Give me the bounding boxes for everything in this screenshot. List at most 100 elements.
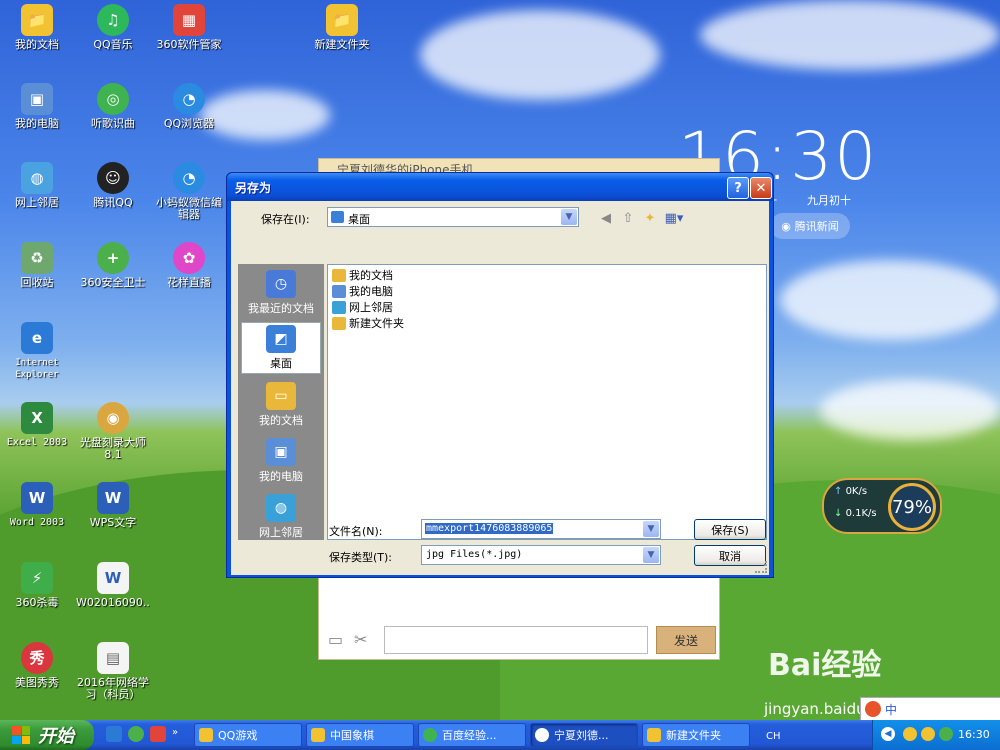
windows-logo-icon xyxy=(12,726,30,744)
dialog-titlebar[interactable]: 另存为 ? ✕ xyxy=(227,173,773,201)
resize-grip[interactable] xyxy=(755,561,767,573)
browser-icon xyxy=(423,728,437,742)
document-icon: W xyxy=(97,562,129,594)
network-icon: ◍ xyxy=(21,162,53,194)
start-button[interactable]: 开始 xyxy=(0,720,94,750)
folder-icon: ▭ xyxy=(266,382,296,410)
tencent-news-button[interactable]: ◉ 腾讯新闻 xyxy=(770,213,850,239)
taskbar-clock[interactable]: 16:30 xyxy=(958,728,990,741)
desktop-icon-360-safe[interactable]: + 360安全卫士 xyxy=(76,242,150,289)
expand-quicklaunch-icon[interactable]: » xyxy=(172,727,178,738)
widget-lunar-date: 九月初十 xyxy=(807,194,851,207)
language-indicator[interactable]: CH xyxy=(766,731,781,742)
desktop-icon-song-recognition[interactable]: ◎ 听歌识曲 xyxy=(76,83,150,130)
globe-icon: ◉ xyxy=(781,219,791,233)
plus-shield-icon: + xyxy=(97,242,129,274)
desktop-icon-excel[interactable]: X Excel 2003 xyxy=(0,402,74,449)
place-recent[interactable]: ◷ 我最近的文档 xyxy=(241,268,321,320)
ie-quicklaunch-icon[interactable] xyxy=(106,726,122,742)
disc-icon: ◉ xyxy=(97,402,129,434)
desktop-icon-study-file[interactable]: ▤ 2016年网络学习（科员） xyxy=(76,642,150,701)
desktop-icon-wechat-editor[interactable]: ◔ 小蚂蚁微信编辑器 xyxy=(152,162,226,221)
ime-toolbar[interactable]: 中 xyxy=(860,697,1000,720)
penguin-icon xyxy=(311,728,325,742)
filetype-dropdown[interactable]: jpg Files(*.jpg) ▼ xyxy=(421,545,661,565)
place-my-documents[interactable]: ▭ 我的文档 xyxy=(241,380,321,432)
places-bar: ◷ 我最近的文档 ◩ 桌面 ▭ 我的文档 ▣ 我的电脑 ◍ 网上邻居 xyxy=(238,264,324,540)
desktop-icon-word[interactable]: W Word 2003 xyxy=(0,482,74,529)
chevron-down-icon[interactable]: ▼ xyxy=(643,521,659,537)
task-qq-game[interactable]: QQ游戏 xyxy=(194,723,302,747)
back-icon[interactable]: ◀ xyxy=(597,209,615,227)
send-button[interactable]: 发送 xyxy=(656,626,716,654)
folder-icon xyxy=(332,316,346,330)
qq-tray-icon-2[interactable] xyxy=(921,727,935,741)
up-folder-icon[interactable]: ⇧ xyxy=(619,209,637,227)
desktop-icon-network[interactable]: ◍ 网上邻居 xyxy=(0,162,74,209)
chevron-down-icon: ▼ xyxy=(561,209,577,225)
360-tray-icon[interactable] xyxy=(939,727,953,741)
baidu-watermark: Bai经验 xyxy=(768,648,882,683)
task-new-folder[interactable]: 新建文件夹 xyxy=(642,723,750,747)
view-menu-icon[interactable]: ▦▾ xyxy=(665,209,684,227)
desktop-icon-recycle-bin[interactable]: ♻ 回收站 xyxy=(0,242,74,289)
file-list[interactable]: 我的文档 我的电脑 网上邻居 新建文件夹 xyxy=(327,264,767,540)
desktop-icon-360-software[interactable]: ▦ 360软件管家 xyxy=(152,4,226,51)
help-button[interactable]: ? xyxy=(727,177,749,199)
desktop-icon-360-antivirus[interactable]: ⚡ 360杀毒 xyxy=(0,562,74,609)
list-item[interactable]: 我的电脑 xyxy=(332,283,393,299)
new-folder-icon[interactable]: ✦ xyxy=(641,209,659,227)
editor-icon: ◔ xyxy=(173,162,205,194)
desktop-icon-meitu[interactable]: 秀 美图秀秀 xyxy=(0,642,74,689)
folder-icon: 📁 xyxy=(326,4,358,36)
save-button[interactable]: 保存(S) xyxy=(694,519,766,540)
tray-expand-icon[interactable]: ◀ xyxy=(881,727,895,741)
desktop-icon-live[interactable]: ✿ 花样直播 xyxy=(152,242,226,289)
computer-icon xyxy=(332,284,346,298)
music-icon: ♫ xyxy=(97,4,129,36)
desktop-icon-new-folder[interactable]: 📁 新建文件夹 xyxy=(305,4,379,51)
task-qq-chat[interactable]: 宁夏刘德... xyxy=(530,723,638,747)
browser-icon: ◔ xyxy=(173,83,205,115)
chat-input[interactable] xyxy=(384,626,648,654)
internet-explorer-icon: e xyxy=(21,322,53,354)
dialog-title: 另存为 xyxy=(235,181,272,195)
desktop-icon-disc-burner[interactable]: ◉ 光盘刻录大师 8.1 xyxy=(76,402,150,461)
folder-icon[interactable]: ▭ xyxy=(328,630,343,649)
place-network[interactable]: ◍ 网上邻居 xyxy=(241,492,321,544)
task-chinese-chess[interactable]: 中国象棋 xyxy=(306,723,414,747)
song-recognition-icon: ◎ xyxy=(97,83,129,115)
meitu-icon: 秀 xyxy=(21,642,53,674)
desktop-icon-wps[interactable]: W WPS文字 xyxy=(76,482,150,529)
scissors-icon[interactable]: ✂ xyxy=(354,630,367,649)
desktop-icon-qq-browser[interactable]: ◔ QQ浏览器 xyxy=(152,83,226,130)
list-item[interactable]: 新建文件夹 xyxy=(332,315,404,331)
desktop-icon-my-computer[interactable]: ▣ 我的电脑 xyxy=(0,83,74,130)
task-baidu-jingyan[interactable]: 百度经验... xyxy=(418,723,526,747)
desktop-small-icon xyxy=(331,211,344,223)
apps-quicklaunch-icon[interactable] xyxy=(150,726,166,742)
word-icon: W xyxy=(21,482,53,514)
desktop-icon-ie[interactable]: e Internet Explorer xyxy=(0,322,74,381)
place-my-computer[interactable]: ▣ 我的电脑 xyxy=(241,436,321,488)
save-in-dropdown[interactable]: 桌面 ▼ xyxy=(327,207,579,227)
360-quicklaunch-icon[interactable] xyxy=(128,726,144,742)
download-arrow-icon: ↓ xyxy=(834,508,846,519)
wps-icon: W xyxy=(97,482,129,514)
place-desktop[interactable]: ◩ 桌面 xyxy=(241,322,321,374)
folder-icon xyxy=(332,268,346,282)
filename-input[interactable]: mmexport1476083889065 ▼ xyxy=(421,519,661,539)
qq-tray-icon[interactable] xyxy=(903,727,917,741)
list-item[interactable]: 我的文档 xyxy=(332,267,393,283)
penguin-icon: ☺ xyxy=(97,162,129,194)
network-speed-widget[interactable]: ↑ 0K/s ↓ 0.1K/s 79% xyxy=(822,478,942,534)
desktop-icon-qq-music[interactable]: ♫ QQ音乐 xyxy=(76,4,150,51)
clock-icon: ◷ xyxy=(266,270,296,298)
grid-apps-icon: ▦ xyxy=(173,4,205,36)
close-button[interactable]: ✕ xyxy=(750,177,772,199)
list-item[interactable]: 网上邻居 xyxy=(332,299,393,315)
upload-arrow-icon: ↑ xyxy=(834,486,846,497)
desktop-icon-my-documents[interactable]: 📁 我的文档 xyxy=(0,4,74,51)
desktop-icon-doc-file[interactable]: W W02016090... xyxy=(76,562,150,609)
desktop-icon-tencent-qq[interactable]: ☺ 腾讯QQ xyxy=(76,162,150,209)
